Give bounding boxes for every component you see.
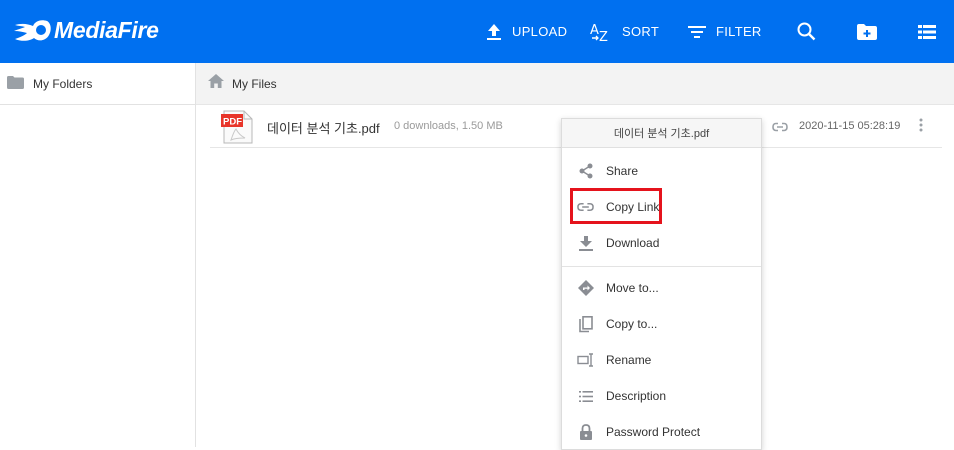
brand-name: MediaFire [54,16,159,43]
pdf-file-icon: PDF [220,110,254,149]
sidebar: My Folders [0,63,196,447]
home-icon[interactable] [208,74,224,93]
sort-button[interactable]: A Z SORT [590,0,659,63]
description-icon [577,390,594,402]
add-folder-icon [857,23,877,40]
file-name[interactable]: 데이터 분석 기초.pdf [267,118,380,137]
menu-title: 데이터 분석 기초.pdf [562,119,761,148]
download-icon [577,235,594,251]
search-icon [797,22,816,41]
upload-label: UPLOAD [512,24,568,39]
sidebar-item-label: My Folders [33,76,93,91]
menu-item-move-to[interactable]: Move to... [562,273,761,303]
share-icon [577,163,594,179]
copy-link-highlight-box [570,188,662,224]
breadcrumb-my-files[interactable]: My Files [232,77,277,91]
menu-item-label: Share [606,164,639,178]
breadcrumb: My Files [196,63,954,105]
menu-divider [562,266,761,267]
menu-item-label: Copy to... [606,317,658,331]
menu-item-share[interactable]: Share [562,156,761,186]
top-bar: MediaFire UPLOAD A Z SORT FILTER [0,0,954,63]
rename-icon [577,353,594,367]
more-options-icon[interactable] [919,118,923,137]
new-folder-button[interactable] [857,0,877,63]
menu-item-password-protect[interactable]: Password Protect [562,417,761,447]
menu-item-label: Download [606,236,660,250]
flame-logo-icon [14,20,51,41]
upload-button[interactable]: UPLOAD [486,0,567,63]
link-icon[interactable] [772,119,788,137]
folder-icon [7,75,24,92]
sort-az-icon: A Z [590,23,608,43]
list-view-icon [918,24,936,39]
upload-icon [487,23,501,40]
mediafire-logo[interactable]: MediaFire [12,13,159,47]
sidebar-item-my-folders[interactable]: My Folders [0,63,195,105]
menu-item-label: Password Protect [606,425,701,439]
file-date: 2020-11-15 05:28:19 [799,120,901,132]
svg-text:A: A [590,23,599,38]
file-context-menu: 데이터 분석 기초.pdf Share Copy Link Download M… [561,118,762,450]
filter-label: FILTER [716,24,762,39]
move-icon [577,280,594,296]
file-meta: 0 downloads, 1.50 MB [394,120,503,132]
sort-label: SORT [622,24,660,39]
menu-item-label: Move to... [606,281,659,295]
menu-item-label: Description [606,389,667,403]
svg-text:Z: Z [599,30,608,43]
copy-icon [577,315,594,333]
pdf-badge: PDF [223,117,242,128]
menu-item-copy-to[interactable]: Copy to... [562,309,761,339]
filter-button[interactable]: FILTER [688,0,762,63]
menu-item-label: Rename [606,353,652,367]
menu-item-description[interactable]: Description [562,381,761,411]
menu-item-download[interactable]: Download [562,228,761,258]
menu-item-rename[interactable]: Rename [562,345,761,375]
lock-icon [577,424,594,440]
search-button[interactable] [797,0,816,63]
filter-icon [688,25,706,38]
list-view-button[interactable] [918,0,936,63]
